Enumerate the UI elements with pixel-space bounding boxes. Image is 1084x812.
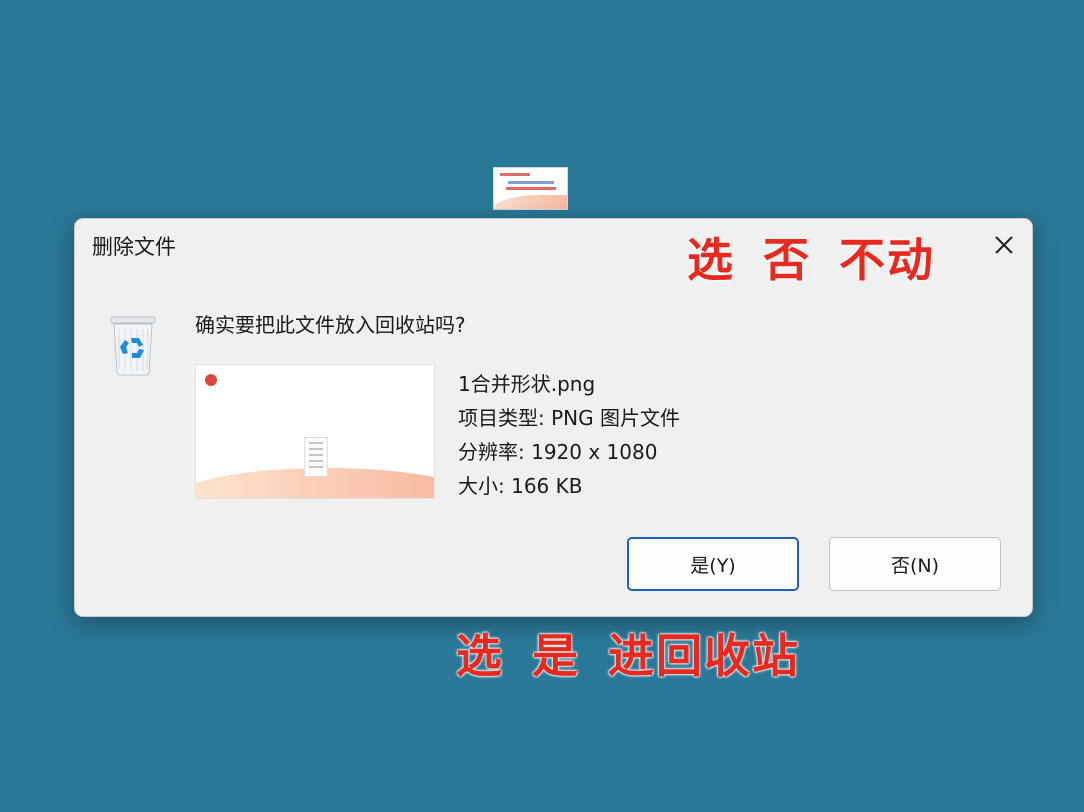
close-icon xyxy=(995,236,1013,254)
file-preview-thumbnail xyxy=(195,364,435,499)
yes-button[interactable]: 是(Y) xyxy=(627,537,799,591)
thumbnail-bar xyxy=(506,187,556,190)
file-type: 项目类型: PNG 图片文件 xyxy=(458,406,680,430)
no-button[interactable]: 否(N) xyxy=(829,537,1001,591)
thumbnail-bar xyxy=(508,181,554,184)
thumbnail-bar xyxy=(500,173,530,176)
close-button[interactable] xyxy=(990,231,1018,259)
annotation-no-note: 选 否 不动 xyxy=(687,233,936,287)
file-resolution: 分辨率: 1920 x 1080 xyxy=(458,440,658,464)
desktop-file-thumbnail[interactable] xyxy=(493,167,568,210)
recycle-bin-icon xyxy=(110,316,156,376)
file-size: 大小: 166 KB xyxy=(458,474,583,498)
file-name: 1合并形状.png xyxy=(458,372,596,396)
preview-panel xyxy=(304,437,328,477)
dialog-title: 删除文件 xyxy=(92,235,176,259)
confirm-question: 确实要把此文件放入回收站吗? xyxy=(195,313,466,337)
annotation-yes-note: 选 是 进回收站 xyxy=(456,629,801,683)
file-info: 1合并形状.png 项目类型: PNG 图片文件 分辨率: 1920 x 108… xyxy=(458,367,680,503)
preview-logo-icon xyxy=(205,374,217,386)
thumbnail-wave xyxy=(494,195,567,209)
